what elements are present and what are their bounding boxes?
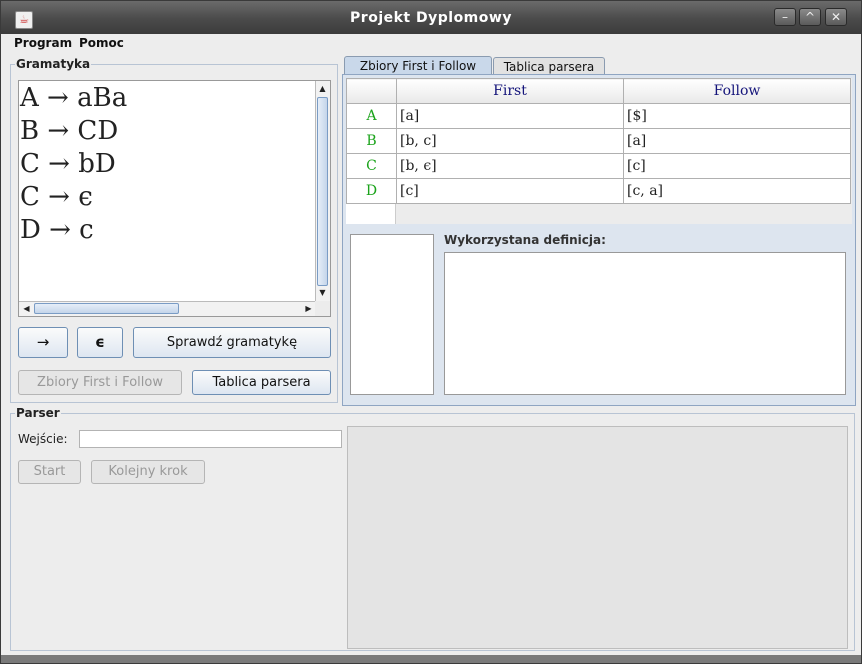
scroll-down-icon[interactable]: ▼ (316, 286, 329, 299)
first-cell[interactable]: [c] (396, 178, 624, 204)
grammar-legend: Gramatyka (15, 57, 92, 71)
follow-cell[interactable]: [a] (623, 128, 851, 154)
definition-list[interactable] (350, 234, 434, 395)
window-title: Projekt Dyplomowy (350, 10, 512, 26)
parse-table-button[interactable]: Tablica parsera (192, 370, 331, 395)
tab-first-follow[interactable]: Zbiory First i Follow (344, 56, 492, 75)
follow-cell[interactable]: [c] (623, 153, 851, 179)
definition-label: Wykorzystana definicja: (444, 233, 606, 247)
first-follow-panel: First Follow A [a] [$] B [b, c] [a] C [b… (342, 74, 856, 406)
scroll-up-icon[interactable]: ▲ (316, 82, 329, 95)
table-area: First Follow A [a] [$] B [b, c] [a] C [b… (346, 78, 852, 224)
table-row[interactable]: C [b, ϵ] [c] (346, 153, 851, 179)
title-bar: ☕ Projekt Dyplomowy – ^ ✕ (1, 1, 861, 34)
nonterminal-cell: D (346, 178, 397, 204)
main-window: ☕ Projekt Dyplomowy – ^ ✕ Program Pomoc … (0, 0, 862, 664)
production-line: B → CD (20, 116, 119, 146)
row-header-filler (346, 204, 396, 224)
nonterminal-cell: B (346, 128, 397, 154)
follow-cell[interactable]: [c, a] (623, 178, 851, 204)
next-step-button[interactable]: Kolejny krok (91, 460, 205, 484)
window-bottom-border (1, 655, 861, 663)
parser-output-area[interactable] (347, 426, 848, 649)
vertical-scrollbar[interactable]: ▲ ▼ (315, 81, 330, 301)
grammar-editor[interactable]: A → aBa B → CD C → bD C → ϵ D → c ▲ ▼ ◀ … (18, 80, 331, 317)
follow-cell[interactable]: [$] (623, 103, 851, 129)
check-grammar-button[interactable]: Sprawdź gramatykę (133, 327, 331, 358)
scroll-left-icon[interactable]: ◀ (20, 302, 33, 315)
vertical-scroll-thumb[interactable] (317, 97, 328, 286)
first-follow-button[interactable]: Zbiory First i Follow (18, 370, 182, 395)
parser-input-field[interactable] (79, 430, 342, 448)
column-header-follow: Follow (623, 78, 851, 104)
epsilon-insert-button[interactable]: ϵ (77, 327, 123, 358)
first-follow-table: First Follow A [a] [$] B [b, c] [a] C [b… (346, 78, 851, 204)
minimize-icon[interactable]: – (774, 8, 796, 26)
first-cell[interactable]: [b, ϵ] (396, 153, 624, 179)
nonterminal-cell: A (346, 103, 397, 129)
menu-program[interactable]: Program (14, 36, 72, 50)
table-corner (346, 78, 397, 104)
parser-legend: Parser (15, 406, 61, 420)
first-cell[interactable]: [a] (396, 103, 624, 129)
close-icon[interactable]: ✕ (825, 8, 847, 26)
arrow-insert-button[interactable]: → (18, 327, 68, 358)
menu-pomoc[interactable]: Pomoc (79, 36, 124, 50)
scroll-right-icon[interactable]: ▶ (302, 302, 315, 315)
column-header-first: First (396, 78, 624, 104)
production-line: C → bD (20, 149, 116, 179)
scroll-corner (315, 301, 330, 316)
production-line: A → aBa (20, 83, 128, 113)
table-row[interactable]: A [a] [$] (346, 103, 851, 129)
nonterminal-cell: C (346, 153, 397, 179)
start-button[interactable]: Start (18, 460, 81, 484)
production-line: C → ϵ (20, 182, 93, 212)
input-label: Wejście: (18, 432, 68, 446)
menu-bar: Program Pomoc (1, 34, 861, 54)
horizontal-scrollbar[interactable]: ◀ ▶ (19, 301, 316, 316)
horizontal-scroll-thumb[interactable] (34, 303, 179, 314)
maximize-icon[interactable]: ^ (799, 8, 821, 26)
definition-text-area[interactable] (444, 252, 846, 395)
table-row[interactable]: D [c] [c, a] (346, 178, 851, 204)
production-line: D → c (20, 215, 94, 245)
first-cell[interactable]: [b, c] (396, 128, 624, 154)
table-row[interactable]: B [b, c] [a] (346, 128, 851, 154)
